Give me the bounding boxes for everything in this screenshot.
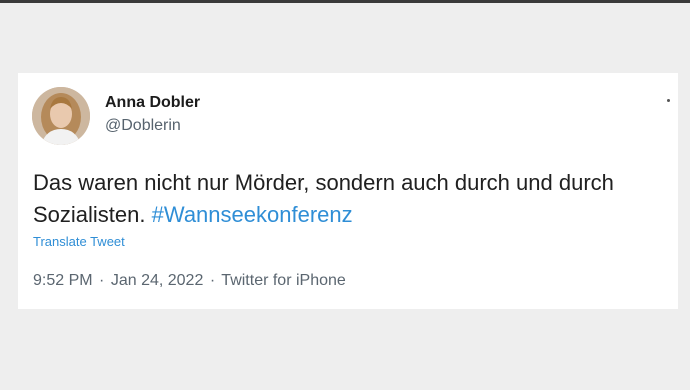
- more-options-icon[interactable]: [665, 97, 673, 105]
- translate-tweet-link[interactable]: Translate Tweet: [33, 234, 125, 249]
- tweet-meta: 9:52 PM · Jan 24, 2022 · Twitter for iPh…: [33, 272, 346, 290]
- meta-separator: ·: [209, 272, 216, 289]
- author-handle[interactable]: @Doblerin: [105, 117, 181, 135]
- more-dot: [667, 99, 670, 102]
- author-name[interactable]: Anna Dobler: [105, 94, 200, 112]
- tweet-source[interactable]: Twitter for iPhone: [221, 272, 346, 289]
- meta-separator: ·: [99, 272, 105, 289]
- hashtag-link[interactable]: #Wannseekonferenz: [152, 202, 353, 227]
- avatar-image: [32, 87, 90, 145]
- tweet-text: Das waren nicht nur Mörder, sondern auch…: [33, 167, 673, 231]
- avatar[interactable]: [32, 87, 90, 145]
- tweet-date[interactable]: Jan 24, 2022: [111, 272, 204, 289]
- tweet-card: Anna Dobler @Doblerin Das waren nicht nu…: [18, 73, 678, 309]
- tweet-time[interactable]: 9:52 PM: [33, 272, 93, 289]
